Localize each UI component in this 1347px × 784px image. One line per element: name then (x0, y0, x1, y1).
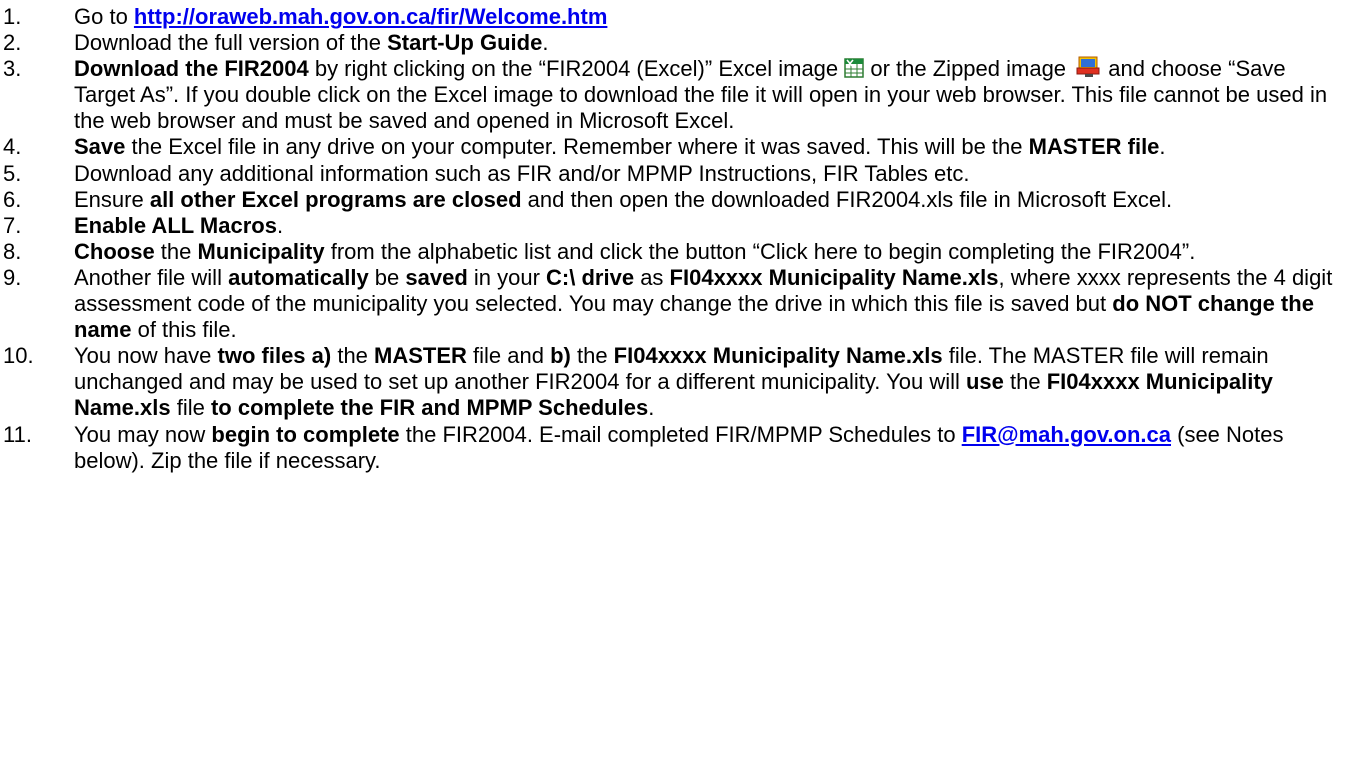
bold-text: MASTER (374, 343, 467, 369)
list-item-number: 6. (3, 186, 22, 212)
list-item: 10. You now have two files a) the MASTER … (0, 343, 1347, 421)
bold-text: C:\ drive (546, 264, 635, 290)
list-item: 3. Download the FIR2004 by right clicking… (0, 56, 1347, 134)
text-run: . (276, 212, 284, 238)
list-item: 4. Save the Excel file in any drive on yo… (0, 134, 1347, 160)
bold-text: two files a) (217, 343, 332, 369)
list-item-number: 3. (3, 56, 22, 82)
list-item-number: 7. (3, 212, 22, 238)
text-run: You may now (74, 421, 212, 447)
list-item: 5. Download any additional information su… (0, 161, 1347, 187)
list-item-text: Choose the Municipality from the alphabe… (74, 239, 1339, 265)
bold-text: Municipality (197, 238, 325, 264)
text-run: of this file. (131, 317, 237, 343)
text-run: from the alphabetic list and click the b… (324, 238, 1196, 264)
text-run: be (368, 264, 406, 290)
bold-text: FI04xxxx Municipality Name.xls (613, 343, 943, 369)
text-run: as (634, 264, 670, 290)
text-run: and then open the downloaded FIR2004.xls… (521, 186, 1173, 212)
list-item-text: Another file will automatically be saved… (74, 265, 1339, 343)
text-run: Ensure (74, 186, 150, 212)
bold-text: all other Excel programs are closed (149, 186, 522, 212)
bold-text: FI04xxxx Municipality Name.xls (669, 264, 999, 290)
bold-text: Enable ALL Macros (74, 212, 277, 238)
list-item-number: 9. (3, 264, 22, 290)
list-item: 6. Ensure all other Excel programs are cl… (0, 187, 1347, 213)
text-run: the (1003, 369, 1047, 395)
instruction-list: 1. Go to http://oraweb.mah.gov.on.ca/fir/… (0, 0, 1347, 474)
text-run: Download the full version of the (74, 30, 388, 56)
list-item-number: 2. (3, 30, 22, 56)
zip-file-icon[interactable] (1076, 56, 1102, 78)
bold-text: Start-Up Guide (387, 30, 543, 56)
text-run: file (170, 395, 211, 421)
bold-text: use (965, 369, 1004, 395)
list-item: 8. Choose the Municipality from the alpha… (0, 239, 1347, 265)
text-run: the FIR2004. E-mail completed FIR/MPMP S… (399, 421, 962, 447)
text-run: the (154, 238, 198, 264)
list-item: 7. Enable ALL Macros. (0, 213, 1347, 239)
bold-text: to complete the FIR and MPMP Schedules (210, 395, 649, 421)
text-run: Download any additional information such… (74, 160, 970, 186)
list-item: 2. Download the full version of the Start… (0, 30, 1347, 56)
list-item-text: Download the full version of the Start-U… (74, 30, 1339, 56)
text-run: the (331, 343, 375, 369)
list-item-text: You now have two files a) the MASTER fil… (74, 343, 1339, 421)
bold-text: MASTER file (1028, 134, 1160, 160)
list-item: 1. Go to http://oraweb.mah.gov.on.ca/fir/… (0, 4, 1347, 30)
list-item-text: Enable ALL Macros. (74, 213, 1339, 239)
bold-text: saved (405, 264, 468, 290)
text-run: . (1159, 134, 1166, 160)
list-item-text: Download the FIR2004 by right clicking o… (74, 56, 1339, 134)
list-item-text: Save the Excel file in any drive on your… (74, 134, 1339, 160)
list-item-number: 11. (3, 421, 32, 447)
website-link[interactable]: http://oraweb.mah.gov.on.ca/fir/Welcome.… (134, 4, 607, 29)
email-link[interactable]: FIR@mah.gov.on.ca (962, 422, 1171, 447)
list-item-number: 4. (3, 134, 22, 160)
text-run: in your (467, 264, 547, 290)
list-item: 11. You may now begin to complete the FIR… (0, 422, 1347, 474)
bold-text: Download the FIR2004 (74, 56, 309, 82)
list-item-number: 10. (3, 343, 34, 369)
list-item: 9. Another file will automatically be sav… (0, 265, 1347, 343)
list-item-number: 5. (3, 160, 22, 186)
text-run: Another file will (74, 264, 229, 290)
text-run: or the Zipped image (864, 56, 1073, 82)
bold-text: automatically (228, 264, 369, 290)
text-run: You now have (74, 343, 218, 369)
text-run: . (648, 395, 655, 421)
bold-text: begin to complete (211, 421, 400, 447)
list-item-number: 8. (3, 238, 22, 264)
list-item-text: Go to http://oraweb.mah.gov.on.ca/fir/We… (74, 4, 1339, 30)
excel-file-icon[interactable] (844, 58, 865, 78)
text-run: Go to (74, 4, 134, 29)
bold-text: Save (74, 134, 126, 160)
bold-text: b) (550, 343, 571, 369)
list-item-text: You may now begin to complete the FIR200… (74, 422, 1339, 474)
bold-text: Choose (74, 238, 155, 264)
list-item-text: Ensure all other Excel programs are clos… (74, 187, 1339, 213)
list-item-number: 1. (3, 4, 22, 29)
text-run: by right clicking on the “FIR2004 (Excel… (308, 56, 845, 82)
text-run: file and (466, 343, 551, 369)
text-run: the (570, 343, 614, 369)
text-run: the Excel file in any drive on your comp… (125, 134, 1029, 160)
list-item-text: Download any additional information such… (74, 161, 1339, 187)
text-run: . (542, 30, 549, 56)
